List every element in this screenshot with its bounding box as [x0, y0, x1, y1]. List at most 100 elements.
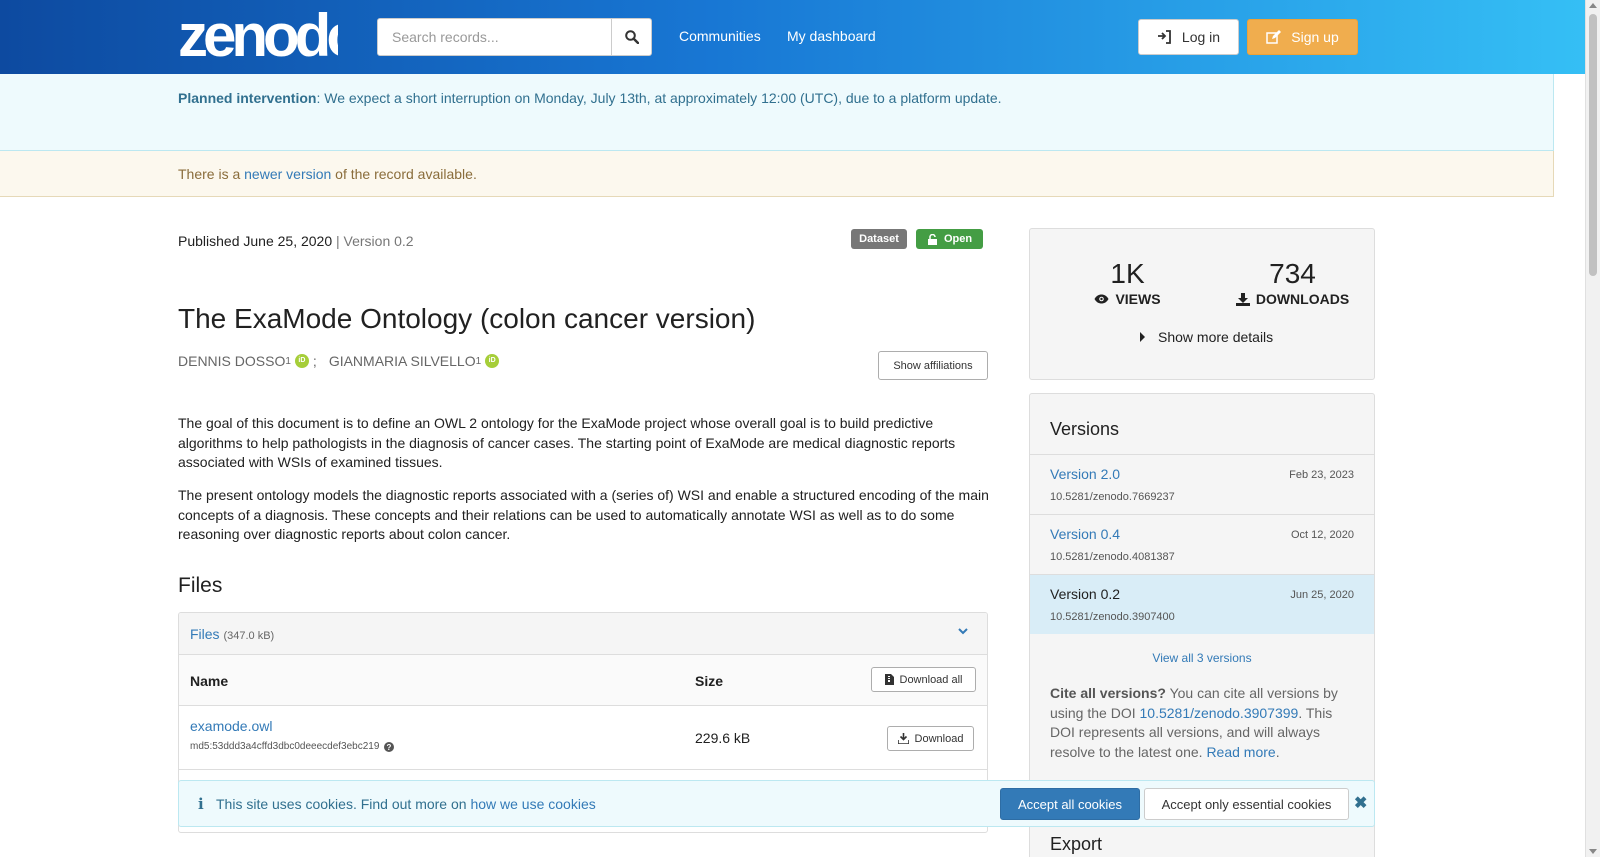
concept-doi-link[interactable]: 10.5281/zenodo.3907399 [1140, 705, 1299, 721]
affiliation-mark: 1 [475, 355, 482, 367]
search-input[interactable] [378, 19, 611, 55]
description-paragraph: The goal of this document is to define a… [178, 415, 956, 471]
files-panel-label: Files [190, 626, 220, 642]
signup-button[interactable]: Sign up [1247, 19, 1358, 55]
version-date: Jun 25, 2020 [1290, 589, 1354, 601]
download-button[interactable]: Download [887, 726, 974, 751]
eye-icon [1094, 294, 1109, 304]
question-circle-icon[interactable]: ? [384, 741, 395, 752]
author-list: DENNIS DOSSO 1 iD; GIANMARIA SILVELLO 1 iD [178, 353, 503, 369]
file-name-link[interactable]: examode.owl [190, 718, 273, 734]
record-version: Version 0.2 [343, 233, 414, 249]
newer-version-link[interactable]: newer version [244, 166, 331, 182]
record-title: The ExaMode Ontology (colon cancer versi… [178, 303, 756, 334]
accept-essential-label: Accept only essential cookies [1161, 796, 1332, 812]
newer-version-banner: There is a newer version of the record a… [0, 151, 1554, 197]
chevron-down-icon[interactable] [957, 625, 969, 637]
file-archive-icon [884, 674, 894, 685]
table-row: examode.owl md5:53ddd3a4cffd3dbc0deeecde… [179, 706, 987, 770]
files-heading: Files [178, 574, 223, 597]
col-name-header: Name [190, 673, 229, 689]
author-name[interactable]: GIANMARIA SILVELLO [329, 353, 476, 369]
cite-text: . [1275, 743, 1280, 760]
signup-label: Sign up [1291, 29, 1339, 45]
files-total-size: (347.0 kB) [223, 630, 275, 642]
views-label: VIEWS [1115, 291, 1161, 307]
read-more-link[interactable]: Read more [1206, 744, 1275, 760]
scroll-down-arrow[interactable] [1589, 849, 1597, 854]
scroll-up-arrow[interactable] [1589, 3, 1597, 8]
files-table-header: Name Size Download all [179, 655, 987, 706]
published-date: Published June 25, 2020 [178, 233, 333, 249]
nav-my-dashboard[interactable]: My dashboard [787, 28, 876, 44]
close-icon[interactable]: ✖ [1354, 793, 1367, 813]
download-icon [897, 733, 909, 744]
description-paragraph: The present ontology models the diagnost… [178, 487, 989, 543]
show-affiliations-button[interactable]: Show affiliations [878, 351, 988, 380]
sign-in-icon [1157, 30, 1171, 44]
version-item[interactable]: Version 2.0 Feb 23, 2023 10.5281/zenodo.… [1030, 454, 1374, 514]
version-date: Feb 23, 2023 [1289, 469, 1354, 481]
cite-title: Cite all versions? [1050, 685, 1166, 701]
open-badge-label: Open [943, 233, 973, 245]
downloads-count: 734 [1269, 258, 1316, 289]
accept-all-cookies-button[interactable]: Accept all cookies [1000, 788, 1140, 820]
download-label: Download [914, 732, 964, 745]
search-button[interactable] [611, 19, 651, 55]
newer-prefix: There is a [178, 166, 245, 182]
stats-panel: 1K VIEWS 734 DOWNLOADS Show more details [1029, 228, 1375, 380]
dataset-badge-label: Dataset [859, 233, 899, 245]
files-panel-header[interactable]: Files (347.0 kB) [179, 613, 987, 655]
download-all-label: Download all [899, 673, 963, 686]
show-more-details-toggle[interactable]: Show more details [1140, 329, 1273, 345]
scrollbar-thumb[interactable] [1589, 14, 1597, 276]
version-item[interactable]: Version 0.4 Oct 12, 2020 10.5281/zenodo.… [1030, 514, 1374, 574]
svg-text:zenodo: zenodo [178, 6, 338, 64]
cite-all-versions: Cite all versions? You can cite all vers… [1050, 684, 1360, 762]
site-header: zenodo Communities My dashboard Log in S… [0, 0, 1585, 74]
publication-info: Published June 25, 2020 | Version 0.2 [178, 233, 414, 249]
author-name[interactable]: DENNIS DOSSO [178, 353, 285, 369]
search-icon [624, 30, 639, 44]
intervention-banner: Planned intervention: We expect a short … [0, 74, 1554, 151]
download-all-button[interactable]: Download all [871, 667, 976, 692]
download-icon [1235, 292, 1250, 306]
author-separator: ; [312, 353, 317, 369]
view-all-versions-link[interactable]: View all 3 versions [1030, 651, 1374, 665]
file-size: 229.6 kB [695, 730, 751, 746]
version-doi: 10.5281/zenodo.4081387 [1050, 551, 1175, 563]
downloads-label: DOWNLOADS [1255, 291, 1350, 307]
show-affiliations-label: Show affiliations [893, 359, 973, 372]
version-item-current[interactable]: Version 0.2 Jun 25, 2020 10.5281/zenodo.… [1030, 574, 1374, 634]
orcid-icon[interactable]: iD [294, 354, 309, 368]
svg-text:?: ? [387, 743, 392, 752]
version-doi: 10.5281/zenodo.7669237 [1050, 491, 1175, 503]
orcid-icon[interactable]: iD [485, 354, 500, 368]
affiliation-mark: 1 [285, 355, 291, 367]
open-access-badge: Open [916, 229, 983, 249]
nav-communities[interactable]: Communities [679, 28, 761, 44]
file-checksum: md5:53ddd3a4cffd3dbc0deeecdef3ebc219 ? [190, 741, 395, 752]
version-date: Oct 12, 2020 [1291, 529, 1354, 541]
zenodo-logo[interactable]: zenodo [178, 6, 338, 64]
version-doi: 10.5281/zenodo.3907400 [1050, 611, 1175, 623]
views-count: 1K [1110, 258, 1145, 289]
intervention-title: Planned intervention [178, 90, 317, 106]
unlock-icon [927, 233, 937, 245]
views-stat: 1K VIEWS [1090, 259, 1165, 307]
search-box [377, 18, 652, 56]
col-size-header: Size [695, 673, 724, 689]
md5-value: md5:53ddd3a4cffd3dbc0deeecdef3ebc219 [190, 741, 380, 752]
accept-essential-cookies-button[interactable]: Accept only essential cookies [1144, 788, 1349, 820]
version-link[interactable]: Version 0.4 [1050, 526, 1120, 542]
page-scrollbar[interactable] [1585, 0, 1600, 857]
caret-right-icon [1140, 332, 1145, 342]
login-label: Log in [1181, 29, 1221, 45]
cookie-policy-link[interactable]: how we use cookies [470, 796, 595, 812]
version-link[interactable]: Version 2.0 [1050, 466, 1120, 482]
edit-icon [1266, 30, 1282, 44]
login-button[interactable]: Log in [1138, 19, 1239, 55]
export-heading: Export [1050, 834, 1103, 854]
info-icon: i [198, 795, 204, 813]
intervention-text: : We expect a short interruption on Mond… [316, 90, 1002, 106]
